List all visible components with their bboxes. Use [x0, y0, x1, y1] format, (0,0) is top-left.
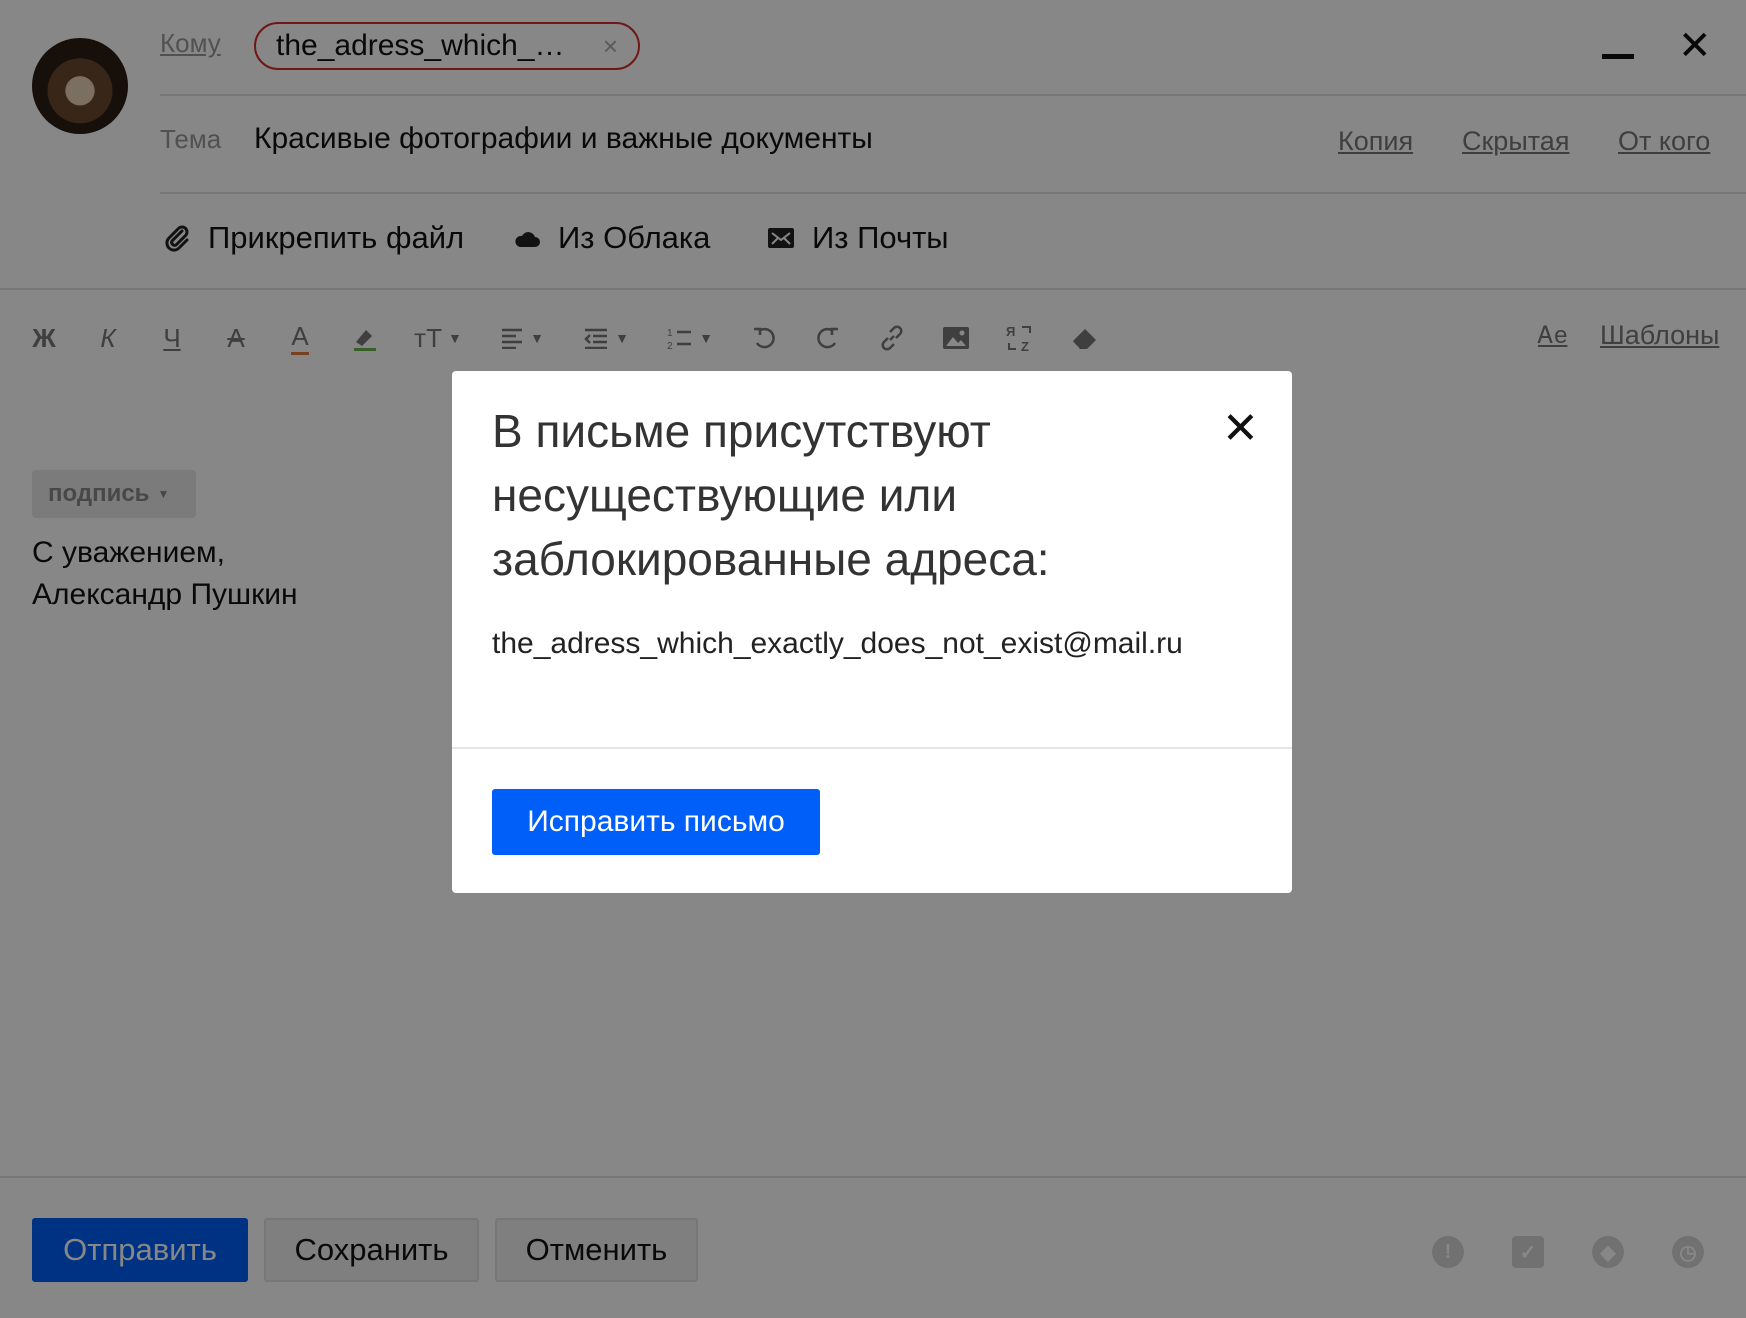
close-icon[interactable]: ✕ — [1222, 407, 1259, 451]
dialog-title: В письме присутствуют несуществующие или… — [492, 405, 1050, 585]
invalid-address: the_adress_which_exactly_does_not_exist@… — [492, 627, 1183, 660]
divider — [452, 747, 1292, 749]
invalid-address-dialog: В письме присутствуют несуществующие или… — [452, 371, 1292, 893]
fix-letter-button[interactable]: Исправить письмо — [492, 789, 820, 855]
